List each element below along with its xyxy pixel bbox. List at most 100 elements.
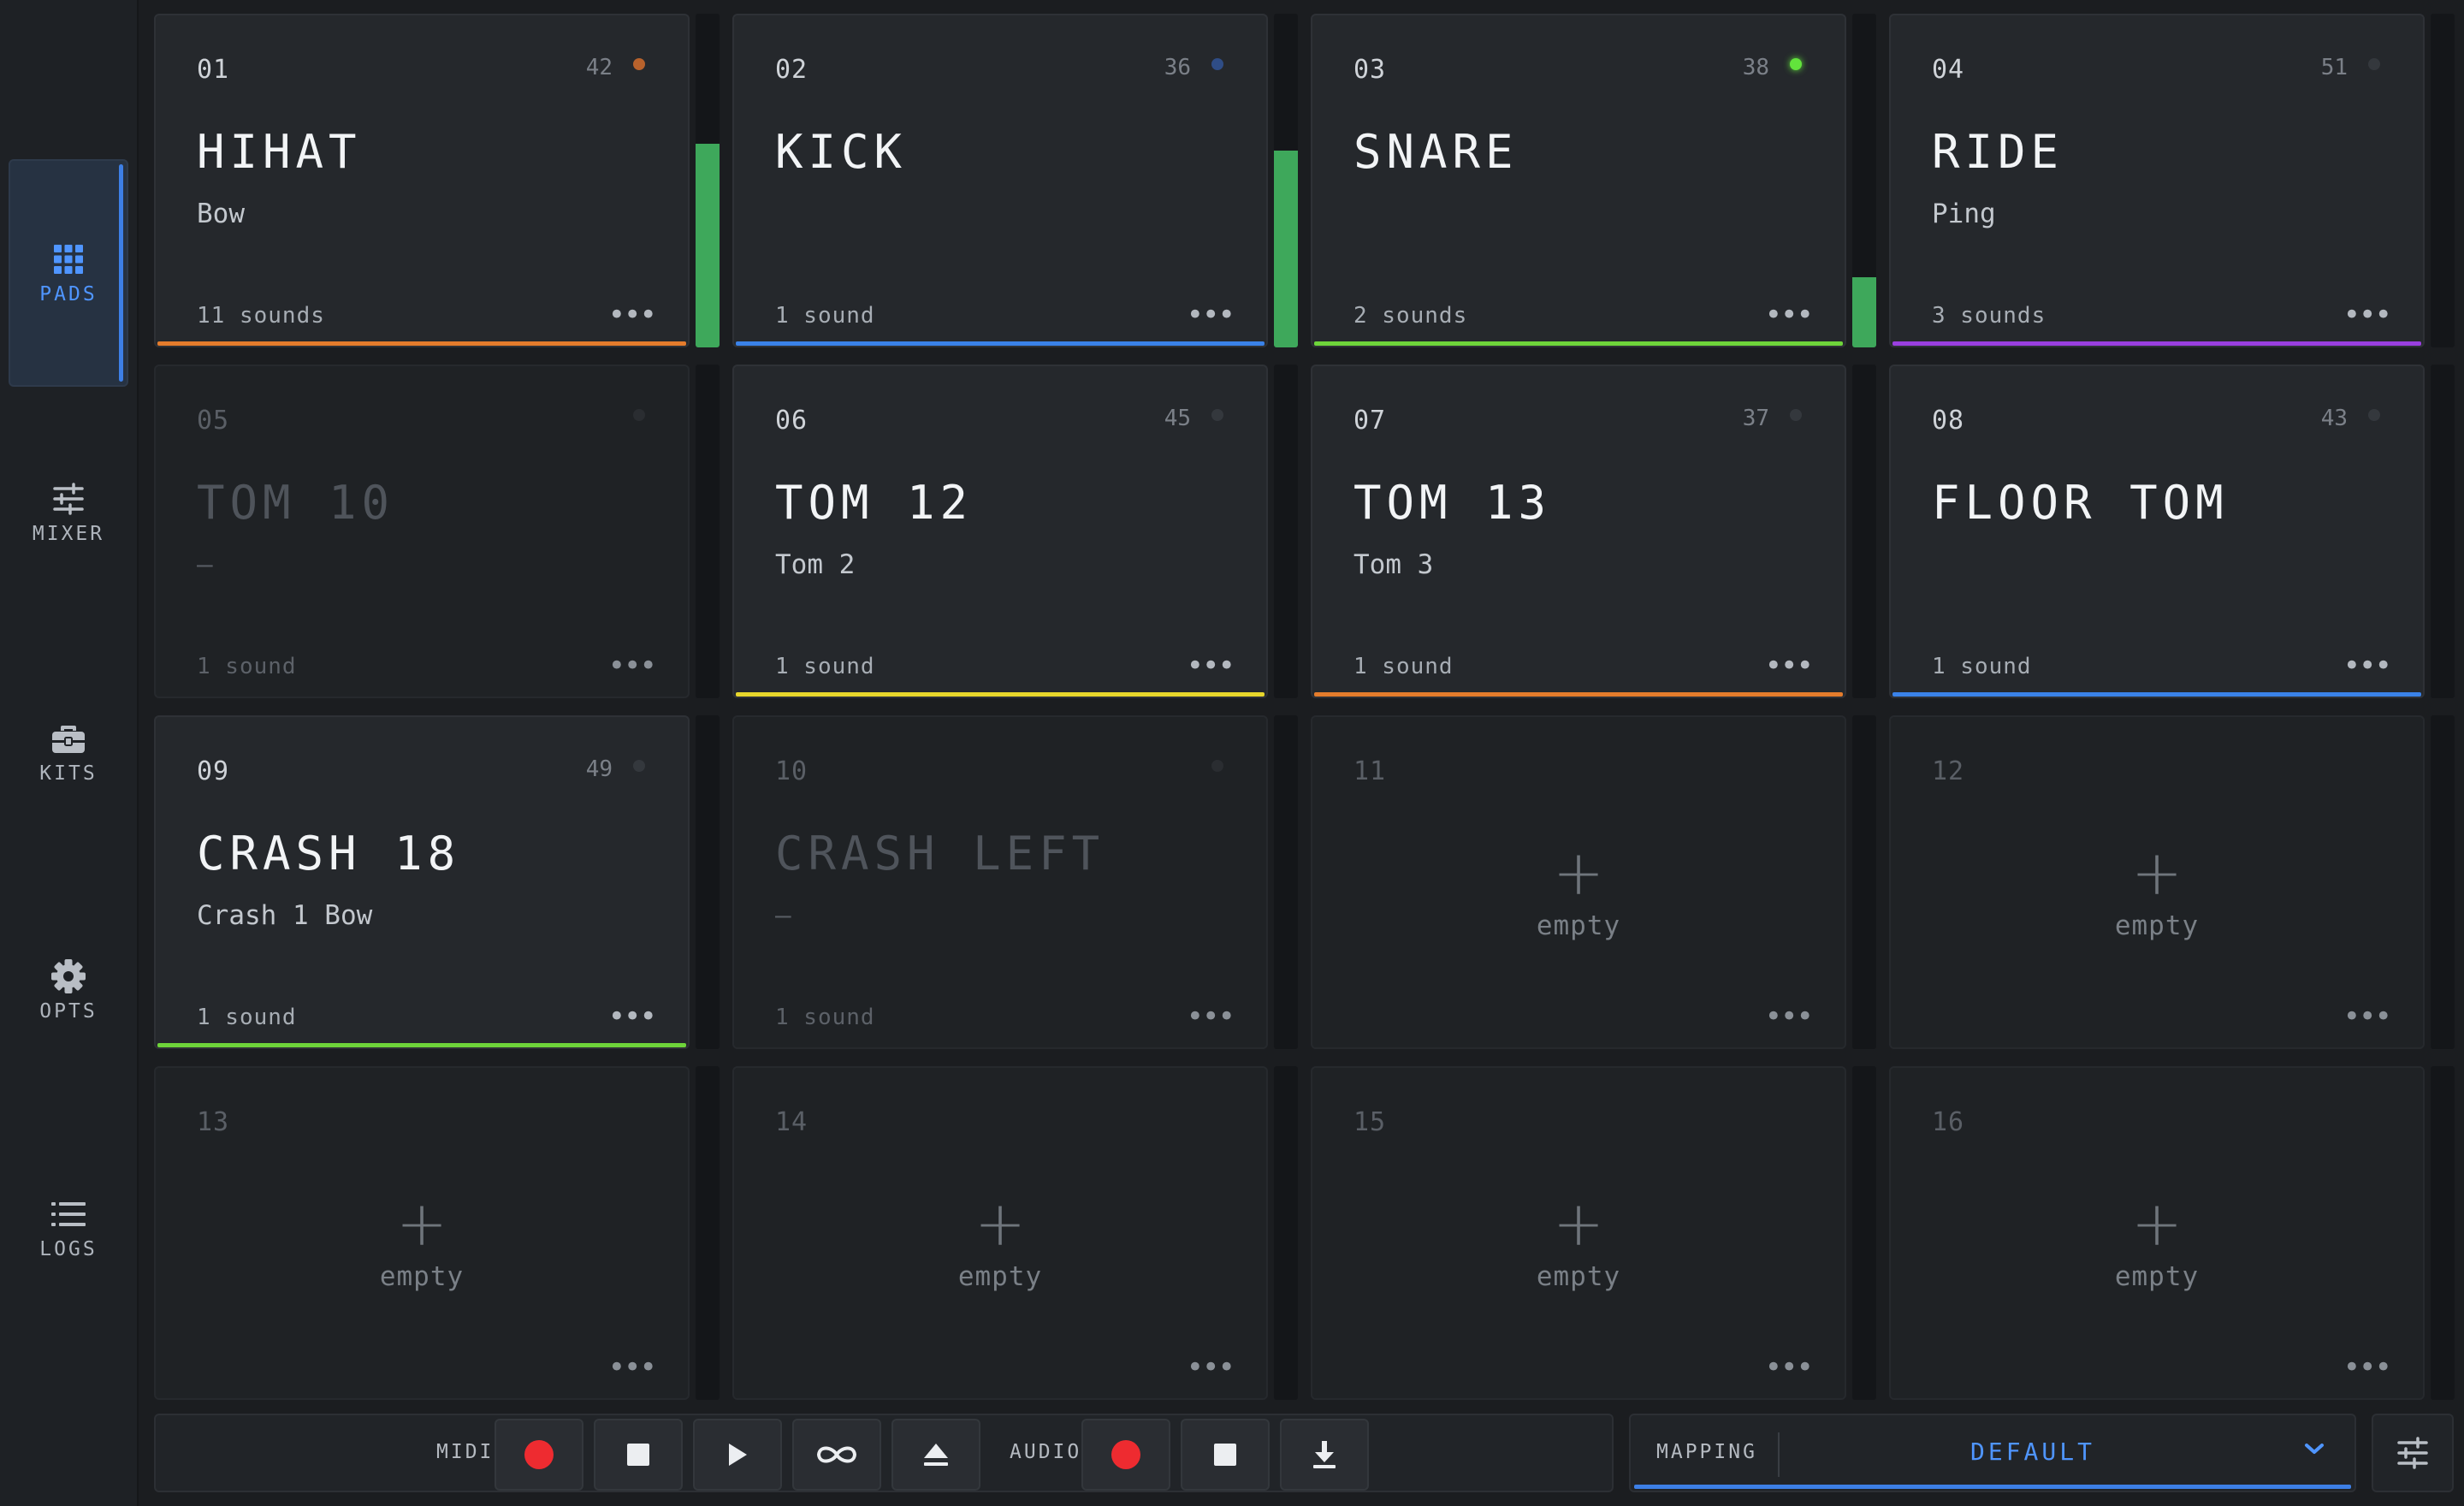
more-options-button[interactable]: •••	[2343, 298, 2392, 332]
status-led	[1211, 409, 1223, 421]
empty-label: empty	[1536, 910, 1621, 941]
pad-10[interactable]: 10 CRASH LEFT – 1 sound •••	[732, 715, 1268, 1049]
pad-number: 11	[1353, 756, 1387, 786]
empty-label: empty	[2114, 910, 2200, 941]
pad-13[interactable]: 13 + empty •••	[154, 1066, 690, 1400]
level-meter	[1852, 14, 1876, 347]
pad-12[interactable]: 12 + empty •••	[1889, 715, 2425, 1049]
sidebar-item-pads[interactable]: PADS	[9, 159, 128, 387]
pad-07[interactable]: 07 37 TOM 13 Tom 3 1 sound •••	[1311, 365, 1846, 698]
midi-loop-button[interactable]	[792, 1419, 881, 1491]
more-options-button[interactable]: •••	[2343, 649, 2392, 683]
audio-download-button[interactable]	[1280, 1419, 1369, 1491]
pad-name: FLOOR TOM	[1932, 476, 2229, 530]
more-options-button[interactable]: •••	[608, 999, 657, 1034]
sidebar: PADS MIXER KITS OPTS LOGS	[0, 0, 139, 1506]
stop-icon	[627, 1444, 649, 1466]
sidebar-item-logs[interactable]: LOGS	[9, 1114, 128, 1342]
more-options-button[interactable]: •••	[2343, 999, 2392, 1034]
eject-icon	[924, 1444, 948, 1466]
pad-name: CRASH LEFT	[775, 827, 1105, 880]
sidebar-item-mixer[interactable]: MIXER	[9, 399, 128, 626]
status-led	[1211, 58, 1223, 70]
download-icon	[1313, 1441, 1336, 1468]
pad-14[interactable]: 14 + empty •••	[732, 1066, 1268, 1400]
more-options-button[interactable]: •••	[2343, 1350, 2392, 1384]
level-meter-fill	[1852, 277, 1876, 347]
sound-count: 1 sound	[775, 654, 875, 679]
settings-button[interactable]	[2372, 1414, 2454, 1492]
midi-record-button[interactable]	[495, 1419, 583, 1491]
more-options-button[interactable]: •••	[1187, 999, 1235, 1034]
sidebar-item-opts[interactable]: OPTS	[9, 876, 128, 1104]
audio-record-button[interactable]	[1081, 1419, 1170, 1491]
pad-09[interactable]: 09 49 CRASH 18 Crash 1 Bow 1 sound •••	[154, 715, 690, 1049]
status-led	[1790, 409, 1802, 421]
pad-06[interactable]: 06 45 TOM 12 Tom 2 1 sound •••	[732, 365, 1268, 698]
pad-number: 14	[775, 1107, 808, 1137]
pad-15[interactable]: 15 + empty •••	[1311, 1066, 1846, 1400]
midi-eject-button[interactable]	[891, 1419, 980, 1491]
midi-note: 42	[585, 55, 613, 80]
level-meter	[2431, 365, 2455, 698]
midi-play-button[interactable]	[693, 1419, 782, 1491]
status-led	[1211, 760, 1223, 772]
pad-03[interactable]: 03 38 SNARE 2 sounds •••	[1311, 14, 1846, 347]
more-options-button[interactable]: •••	[608, 298, 657, 332]
sidebar-item-label: MIXER	[32, 523, 105, 545]
add-sound-icon[interactable]: +	[1312, 1188, 1845, 1260]
sound-count: 2 sounds	[1353, 303, 1468, 329]
empty-label: empty	[379, 1261, 465, 1292]
level-meter	[696, 365, 720, 698]
more-options-button[interactable]: •••	[1765, 1350, 1814, 1384]
level-meter	[696, 715, 720, 1049]
pad-number: 05	[197, 406, 230, 436]
pad-05[interactable]: 05 TOM 10 – 1 sound •••	[154, 365, 690, 698]
pad-16[interactable]: 16 + empty •••	[1889, 1066, 2425, 1400]
more-options-button[interactable]: •••	[608, 1350, 657, 1384]
sidebar-item-kits[interactable]: KITS	[9, 638, 128, 866]
sound-count: 11 sounds	[197, 303, 325, 329]
status-led	[2368, 58, 2380, 70]
status-led	[2368, 409, 2380, 421]
sliders-icon	[50, 480, 87, 518]
mapping-select[interactable]: MAPPING DEFAULT	[1629, 1414, 2356, 1492]
more-options-button[interactable]: •••	[1765, 298, 1814, 332]
more-options-button[interactable]: •••	[1187, 1350, 1235, 1384]
sound-count: 1 sound	[1932, 654, 2032, 679]
status-led	[633, 58, 645, 70]
level-meter	[2431, 14, 2455, 347]
audio-stop-button[interactable]	[1181, 1419, 1270, 1491]
more-options-button[interactable]: •••	[1765, 999, 1814, 1034]
add-sound-icon[interactable]: +	[734, 1188, 1266, 1260]
add-sound-icon[interactable]: +	[1891, 1188, 2423, 1260]
pad-accent-bar	[736, 692, 1265, 697]
pad-number: 15	[1353, 1107, 1387, 1137]
more-options-button[interactable]: •••	[1187, 298, 1235, 332]
level-meter	[1274, 365, 1298, 698]
pad-name: RIDE	[1932, 125, 2064, 179]
sound-count: 1 sound	[197, 654, 297, 679]
more-options-button[interactable]: •••	[1765, 649, 1814, 683]
pad-04[interactable]: 04 51 RIDE Ping 3 sounds •••	[1889, 14, 2425, 347]
more-options-button[interactable]: •••	[1187, 649, 1235, 683]
pad-08[interactable]: 08 43 FLOOR TOM 1 sound •••	[1889, 365, 2425, 698]
midi-label: MIDI	[436, 1441, 495, 1463]
pad-01[interactable]: 01 42 HIHAT Bow 11 sounds •••	[154, 14, 690, 347]
midi-note: 49	[585, 756, 613, 782]
record-icon	[524, 1440, 554, 1469]
more-options-button[interactable]: •••	[608, 649, 657, 683]
add-sound-icon[interactable]: +	[1312, 837, 1845, 909]
pad-11[interactable]: 11 + empty •••	[1311, 715, 1846, 1049]
add-sound-icon[interactable]: +	[1891, 837, 2423, 909]
gear-icon	[50, 958, 87, 995]
level-meter	[1274, 1066, 1298, 1400]
pad-02[interactable]: 02 36 KICK 1 sound •••	[732, 14, 1268, 347]
add-sound-icon[interactable]: +	[156, 1188, 688, 1260]
sidebar-item-label: OPTS	[39, 1000, 98, 1023]
pad-subtitle: Tom 3	[1353, 549, 1434, 580]
pad-subtitle: Tom 2	[775, 549, 856, 580]
record-icon	[1111, 1440, 1140, 1469]
midi-stop-button[interactable]	[594, 1419, 683, 1491]
transport-bar: MIDI AUDIO	[154, 1414, 1614, 1492]
